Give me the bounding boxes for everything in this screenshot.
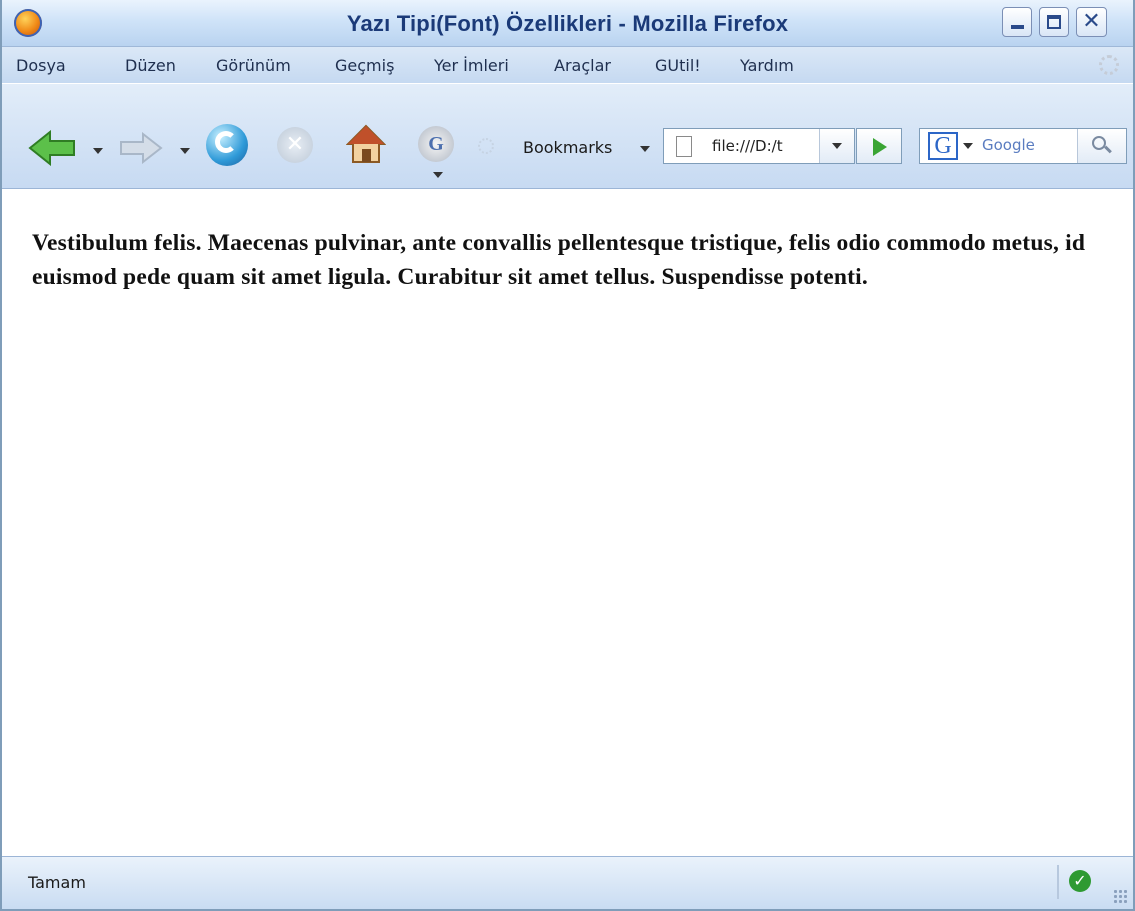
- browser-window: Yazı Tipi(Font) Özellikleri - Mozilla Fi…: [0, 0, 1135, 911]
- home-icon[interactable]: [346, 124, 386, 164]
- menu-bar: Dosya Düzen Görünüm Geçmiş Yer İmleri Ar…: [2, 47, 1133, 83]
- maximize-icon: [1047, 15, 1061, 29]
- url-bar[interactable]: file:///D:/t: [663, 128, 855, 164]
- maximize-button[interactable]: [1039, 7, 1069, 37]
- throbber-icon: [1099, 55, 1119, 75]
- close-button[interactable]: ✕: [1076, 7, 1107, 37]
- menu-gecmis[interactable]: Geçmiş: [335, 56, 394, 75]
- bookmarks-dropdown-icon[interactable]: [640, 146, 650, 152]
- search-button[interactable]: [1077, 129, 1126, 163]
- check-icon[interactable]: ✓: [1069, 870, 1091, 892]
- minimize-icon: [1011, 25, 1024, 29]
- go-button[interactable]: [856, 128, 902, 164]
- reload-icon[interactable]: [206, 124, 248, 166]
- page-content: Vestibulum felis. Maecenas pulvinar, ant…: [2, 189, 1133, 857]
- status-divider: [1057, 865, 1059, 899]
- menu-araclar[interactable]: Araçlar: [554, 56, 611, 75]
- forward-dropdown-icon[interactable]: [180, 148, 190, 154]
- window-title: Yazı Tipi(Font) Özellikleri - Mozilla Fi…: [346, 11, 789, 36]
- gutil-icon[interactable]: G: [418, 126, 454, 162]
- forward-icon[interactable]: [117, 132, 163, 164]
- search-engine-dropdown-icon[interactable]: [963, 143, 973, 149]
- back-icon[interactable]: [28, 130, 80, 166]
- status-bar: Tamam ✓: [2, 856, 1133, 909]
- close-icon: ✕: [1082, 9, 1101, 34]
- stop-icon[interactable]: ✕: [277, 127, 313, 163]
- status-text: Tamam: [28, 873, 86, 892]
- url-text[interactable]: file:///D:/t: [712, 137, 816, 155]
- body-paragraph: Vestibulum felis. Maecenas pulvinar, ant…: [32, 230, 1086, 290]
- go-icon: [873, 138, 887, 156]
- url-dropdown-button[interactable]: [819, 129, 854, 163]
- spinner-icon: [478, 138, 494, 154]
- bookmarks-menu[interactable]: Bookmarks: [523, 138, 612, 157]
- search-bar[interactable]: G Google: [919, 128, 1127, 164]
- navigation-toolbar: ✕ G Bookmarks file:///D:/t G Google: [2, 84, 1133, 189]
- page-icon: [676, 136, 692, 157]
- menu-dosya[interactable]: Dosya: [16, 56, 66, 75]
- search-input[interactable]: Google: [982, 136, 1035, 154]
- menu-gutil[interactable]: GUtil!: [655, 56, 701, 75]
- url-dropdown-icon: [832, 143, 842, 149]
- menu-gorunum[interactable]: Görünüm: [216, 56, 291, 75]
- back-dropdown-icon[interactable]: [93, 148, 103, 154]
- resize-grip-icon[interactable]: [1113, 889, 1127, 903]
- search-engine-icon[interactable]: G: [928, 132, 958, 160]
- menu-duzen[interactable]: Düzen: [125, 56, 176, 75]
- minimize-button[interactable]: [1002, 7, 1032, 37]
- title-bar[interactable]: Yazı Tipi(Font) Özellikleri - Mozilla Fi…: [2, 0, 1133, 47]
- menu-yardim[interactable]: Yardım: [740, 56, 794, 75]
- menu-yer-imleri[interactable]: Yer İmleri: [434, 56, 509, 75]
- gutil-dropdown-icon[interactable]: [433, 172, 443, 178]
